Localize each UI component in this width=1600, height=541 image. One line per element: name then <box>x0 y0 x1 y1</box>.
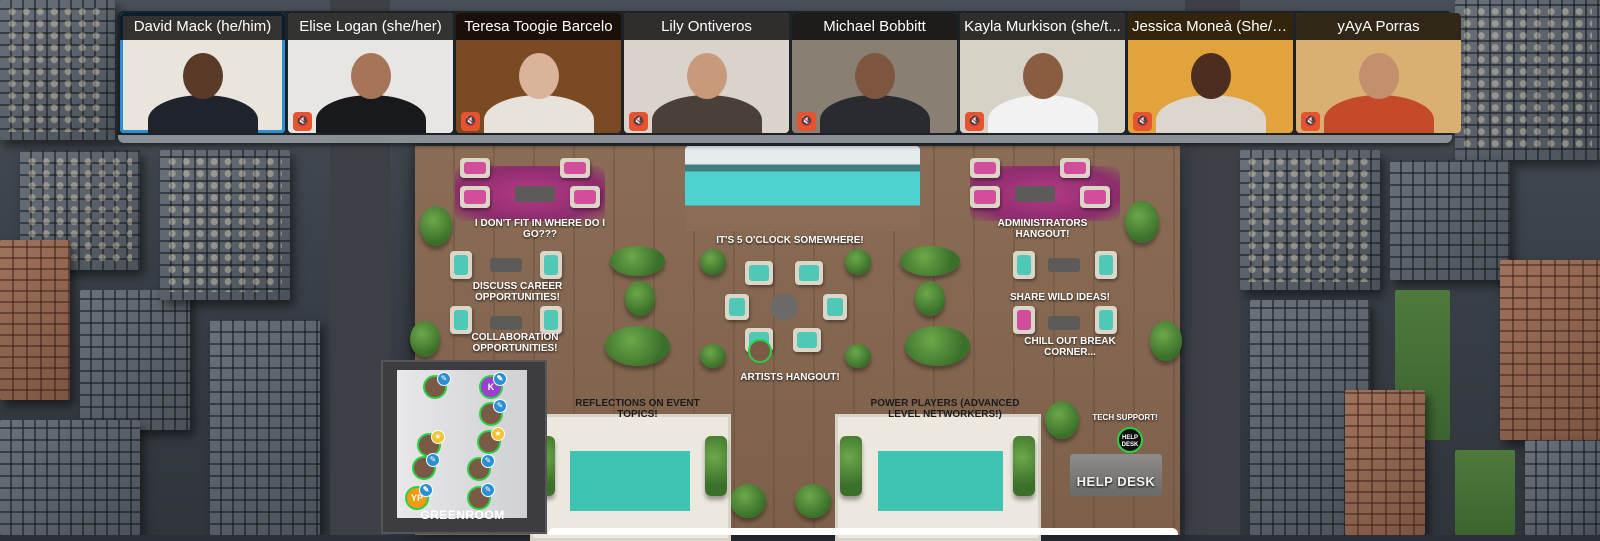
participant-face <box>1358 53 1399 99</box>
mic-muted-icon[interactable]: 🔇 <box>293 112 312 131</box>
pencil-icon: ✎ <box>419 483 433 497</box>
participant-face <box>1190 53 1231 99</box>
zone-label-reflections[interactable]: REFLECTIONS ON EVENT TOPICS! <box>565 398 710 420</box>
video-tile[interactable]: Elise Logan (she/her) 🔇 <box>288 13 453 133</box>
avatar-greenroom-6[interactable]: ✎ <box>467 454 495 481</box>
video-tile[interactable]: David Mack (he/him) <box>120 13 285 133</box>
venue-map[interactable]: I DON'T FIT IN WHERE DO I GO??? IT'S 5 O… <box>381 146 1182 541</box>
mic-muted-icon[interactable]: 🔇 <box>797 112 816 131</box>
bottom-toolbar-edge <box>548 528 1178 535</box>
participant-name: yAyA Porras <box>1296 13 1461 40</box>
zone-label-5-oclock[interactable]: IT'S 5 O'CLOCK SOMEWHERE! <box>705 235 875 246</box>
participant-video <box>315 95 426 133</box>
zone-label-collaboration[interactable]: COLLABORATION OPPORTUNITIES! <box>460 332 570 354</box>
avatar-greenroom-1[interactable]: ✎ <box>423 372 451 399</box>
avatar-greenroom-2[interactable]: ✎ <box>479 399 507 426</box>
zone-label-administrators[interactable]: ADMINISTRATORS HANGOUT! <box>990 218 1095 240</box>
participant-face <box>518 53 559 99</box>
video-tile[interactable]: Kayla Murkison (she/t... 🔇 <box>960 13 1125 133</box>
participant-face <box>182 53 223 99</box>
participant-name: Lily Ontiveros <box>624 13 789 40</box>
zone-label-wild-ideas[interactable]: SHARE WILD IDEAS! <box>1000 292 1120 303</box>
star-icon: ★ <box>431 430 445 444</box>
help-desk-avatar[interactable]: HELP DESK <box>1117 427 1143 453</box>
participant-name: David Mack (he/him) <box>120 13 285 40</box>
participant-face <box>854 53 895 99</box>
participant-video <box>483 95 594 133</box>
zone-label-artists[interactable]: ARTISTS HANGOUT! <box>725 372 855 383</box>
video-tile[interactable]: Lily Ontiveros 🔇 <box>624 13 789 133</box>
participant-video <box>987 95 1098 133</box>
greenroom-label: GREENROOM <box>420 508 505 522</box>
bar-counter <box>685 146 920 231</box>
avatar-initial: K <box>487 382 495 392</box>
mic-muted-icon[interactable]: 🔇 <box>1301 112 1320 131</box>
participant-face <box>350 53 391 99</box>
video-tile[interactable]: yAyA Porras 🔇 <box>1296 13 1461 133</box>
video-tile[interactable]: Jessica Moneà (She/H... 🔇 <box>1128 13 1293 133</box>
avatar-greenroom-4[interactable]: ★ <box>477 427 505 454</box>
mic-muted-icon[interactable]: 🔇 <box>629 112 648 131</box>
mic-muted-icon[interactable]: 🔇 <box>965 112 984 131</box>
pencil-icon: ✎ <box>481 483 495 497</box>
pencil-icon: ✎ <box>437 372 451 386</box>
participant-face <box>686 53 727 99</box>
zone-label-dont-fit-in[interactable]: I DON'T FIT IN WHERE DO I GO??? <box>470 218 610 240</box>
mic-muted-icon[interactable]: 🔇 <box>461 112 480 131</box>
video-strip: David Mack (he/him) Elise Logan (she/her)… <box>118 11 1461 143</box>
zone-label-chill-out[interactable]: CHILL OUT BREAK CORNER... <box>1020 336 1120 358</box>
avatar-greenroom-yp[interactable]: YP ✎ <box>405 483 433 510</box>
pencil-icon: ✎ <box>493 372 507 386</box>
participant-name: Jessica Moneà (She/H... <box>1128 13 1293 40</box>
pencil-icon: ✎ <box>493 399 507 413</box>
avatar-greenroom-7[interactable]: ✎ <box>467 483 495 510</box>
participant-video <box>651 95 762 133</box>
participant-face <box>1022 53 1063 99</box>
star-icon: ★ <box>491 427 505 441</box>
help-desk[interactable]: HELP DESK <box>1070 454 1162 496</box>
pencil-icon: ✎ <box>481 454 495 468</box>
avatar-center[interactable] <box>748 339 772 363</box>
zone-label-power-players[interactable]: POWER PLAYERS (ADVANCED LEVEL NETWORKERS… <box>865 398 1025 420</box>
participant-video <box>1323 95 1434 133</box>
zone-label-career[interactable]: DISCUSS CAREER OPPORTUNITIES! <box>465 281 570 303</box>
video-tile[interactable]: Teresa Toogie Barcelo 🔇 <box>456 13 621 133</box>
avatar-greenroom-5[interactable]: ✎ <box>412 453 440 480</box>
participant-name: Kayla Murkison (she/t... <box>960 13 1125 40</box>
participant-name: Elise Logan (she/her) <box>288 13 453 40</box>
avatar-greenroom-k[interactable]: K ✎ <box>479 372 507 399</box>
participant-name: Teresa Toogie Barcelo <box>456 13 621 40</box>
video-tile[interactable]: Michael Bobbitt 🔇 <box>792 13 957 133</box>
mic-muted-icon[interactable]: 🔇 <box>1133 112 1152 131</box>
participant-video <box>819 95 930 133</box>
participant-video <box>147 95 258 133</box>
video-strip-scrollbar[interactable] <box>118 135 1452 143</box>
participant-name: Michael Bobbitt <box>792 13 957 40</box>
help-desk-label: HELP DESK <box>1076 474 1156 489</box>
pencil-icon: ✎ <box>426 453 440 467</box>
zone-label-tech-support[interactable]: TECH SUPPORT! <box>1085 412 1165 423</box>
participant-video <box>1155 95 1266 133</box>
